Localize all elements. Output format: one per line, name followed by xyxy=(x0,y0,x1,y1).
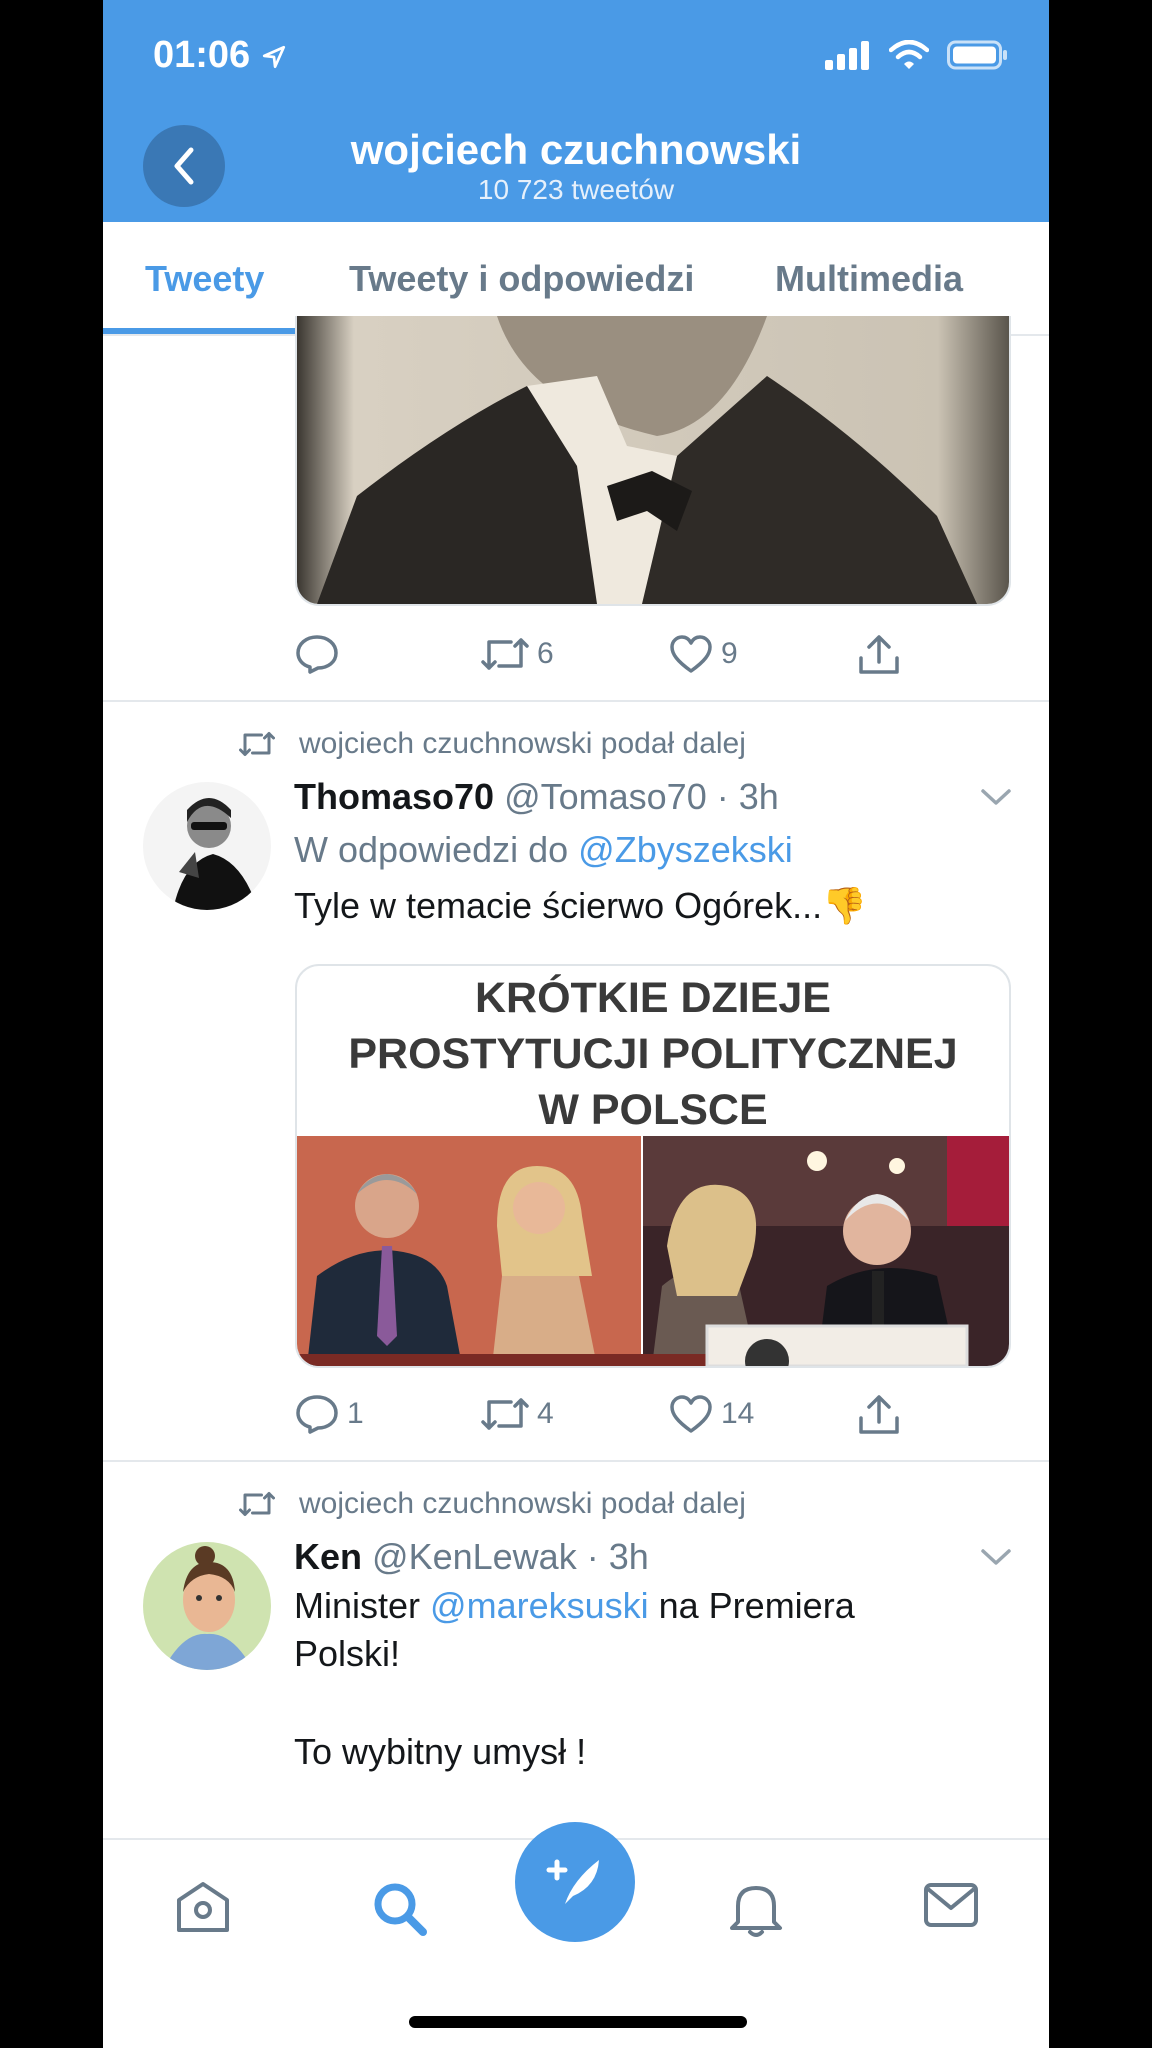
tweet-time: · 3h xyxy=(586,1536,649,1577)
image-headline-line2: PROSTYTUCJI POLITYCZNEJ xyxy=(348,1030,958,1078)
author-handle[interactable]: @KenLewak xyxy=(372,1536,577,1577)
profile-header: 01:06 wojciech czuchnowski 10 723 tweetó… xyxy=(103,0,1049,222)
retweet-small-icon xyxy=(239,1492,275,1516)
tweet-image-collage[interactable]: KRÓTKIE DZIEJE PROSTYTUCJI POLITYCZNEJ W… xyxy=(295,964,1011,1368)
avatar-image xyxy=(143,782,271,910)
image-headline-line3: W POLSCE xyxy=(538,1086,768,1134)
retweet-count: 4 xyxy=(537,1397,554,1430)
reply-icon xyxy=(296,1395,338,1434)
compose-tweet-button[interactable] xyxy=(515,1822,635,1942)
tweet-text-line1: Minister @mareksuski na Premiera xyxy=(294,1585,855,1627)
tweet-text-line2: Polski! xyxy=(294,1633,401,1674)
status-time: 01:06 xyxy=(153,34,287,77)
retweet-icon xyxy=(481,638,529,670)
reply-action[interactable] xyxy=(295,634,347,674)
avatar-thomaso70[interactable] xyxy=(143,782,271,910)
tab-tweets[interactable]: Tweety xyxy=(145,258,264,300)
messages-icon[interactable] xyxy=(923,1880,979,1930)
tweet-author-line: Thomaso70 @Tomaso70 · 3h xyxy=(294,776,779,818)
mention-link[interactable]: @mareksuski xyxy=(430,1585,649,1626)
tab-tweets-and-replies[interactable]: Tweety i odpowiedzi xyxy=(349,258,694,300)
notifications-icon[interactable] xyxy=(728,1880,784,1938)
reply-icon xyxy=(296,635,338,674)
share-icon xyxy=(859,635,899,674)
reply-context: W odpowiedzi do @Zbyszekski xyxy=(294,829,793,871)
like-action[interactable]: 9 xyxy=(669,634,738,674)
chevron-down-icon[interactable] xyxy=(979,1546,1013,1568)
like-action[interactable]: 14 xyxy=(669,1394,754,1434)
share-action[interactable] xyxy=(857,634,901,676)
reply-prefix: W odpowiedzi do xyxy=(294,829,579,870)
tweet-text: Tyle w temacie ścierwo Ogórek...👎 xyxy=(294,885,867,927)
author-name[interactable]: Thomaso70 xyxy=(294,776,494,817)
retweeted-by-line: wojciech czuchnowski podał dalej xyxy=(239,727,746,761)
like-count: 14 xyxy=(721,1397,755,1430)
retweet-action[interactable]: 6 xyxy=(481,634,554,674)
like-icon xyxy=(670,1395,712,1433)
image-headline: KRÓTKIE DZIEJE PROSTYTUCJI POLITYCZNEJ W… xyxy=(297,966,1009,1140)
tweet-text-suffix: na Premiera xyxy=(648,1585,855,1626)
signal-icon xyxy=(825,41,869,70)
tweet-count: 10 723 tweetów xyxy=(477,174,675,205)
reply-to-mention[interactable]: @Zbyszekski xyxy=(578,829,793,870)
home-icon[interactable] xyxy=(175,1880,231,1934)
like-icon xyxy=(670,635,712,673)
reply-count: 1 xyxy=(347,1397,364,1430)
retweet-count: 6 xyxy=(537,637,554,670)
search-icon[interactable] xyxy=(371,1880,427,1936)
profile-name-title: wojciech czuchnowski xyxy=(350,126,802,173)
compose-icon xyxy=(546,1859,599,1904)
clock: 01:06 xyxy=(153,34,251,76)
author-name[interactable]: Ken xyxy=(294,1536,362,1577)
share-icon xyxy=(859,1395,899,1434)
tweet-divider xyxy=(103,1460,1049,1462)
share-action[interactable] xyxy=(857,1394,901,1436)
phone-screen: 01:06 wojciech czuchnowski 10 723 tweetó… xyxy=(103,0,1049,2048)
tweet-author-line: Ken @KenLewak · 3h xyxy=(294,1536,649,1578)
active-tab-indicator xyxy=(103,328,316,334)
tweet-text-content: Tyle w temacie ścierwo Ogórek... xyxy=(294,885,823,926)
battery-icon xyxy=(947,40,1007,70)
tweet-text-prefix: Minister xyxy=(294,1585,431,1626)
status-indicators xyxy=(825,40,1009,70)
portrait-photo xyxy=(297,316,1009,604)
retweet-icon xyxy=(481,1398,529,1430)
location-icon xyxy=(262,45,285,69)
home-indicator[interactable] xyxy=(409,2016,747,2028)
thumbs-down-emoji: 👎 xyxy=(822,885,867,926)
tweet-time: · 3h xyxy=(716,776,779,817)
like-count: 9 xyxy=(721,637,738,670)
retweeted-by-text[interactable]: wojciech czuchnowski podał dalej xyxy=(299,727,746,761)
retweeted-by-text[interactable]: wojciech czuchnowski podał dalej xyxy=(299,1487,746,1521)
avatar-image xyxy=(143,1542,271,1670)
chevron-down-icon[interactable] xyxy=(979,786,1013,808)
retweet-small-icon xyxy=(239,732,275,756)
tweet-image-portrait[interactable] xyxy=(295,316,1011,606)
tweet-text-line3: To wybitny umysł ! xyxy=(294,1731,587,1772)
retweeted-by-line: wojciech czuchnowski podał dalej xyxy=(239,1487,746,1521)
avatar-ken[interactable] xyxy=(143,1542,271,1670)
tab-media[interactable]: Multimedia xyxy=(775,258,963,300)
wifi-icon xyxy=(889,40,929,69)
bottom-nav-bar xyxy=(103,1822,1049,2048)
image-headline-line1: KRÓTKIE DZIEJE xyxy=(475,974,831,1022)
author-handle[interactable]: @Tomaso70 xyxy=(504,776,707,817)
reply-action[interactable]: 1 xyxy=(295,1394,364,1434)
tweet-divider xyxy=(103,700,1049,702)
retweet-action[interactable]: 4 xyxy=(481,1394,554,1434)
collage-photos xyxy=(297,1136,1009,1366)
